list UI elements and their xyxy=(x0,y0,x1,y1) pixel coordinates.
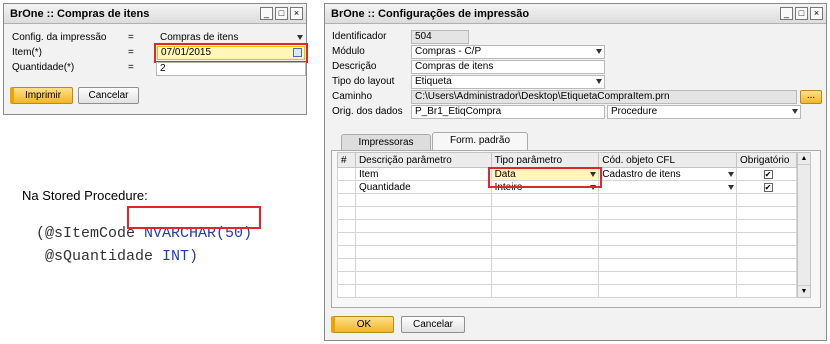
close-icon[interactable]: × xyxy=(810,7,823,20)
empty-row[interactable] xyxy=(337,271,797,285)
scroll-up-icon[interactable]: ▲ xyxy=(798,153,810,165)
header-tipo[interactable]: Tipo parâmetro xyxy=(490,152,600,168)
cell-cfl[interactable]: Cadastro de itens xyxy=(598,167,737,181)
imprimir-button[interactable]: Imprimir xyxy=(10,87,73,104)
orig-dados-type-value: Procedure xyxy=(611,106,658,117)
tab-impressoras[interactable]: Impressoras xyxy=(341,134,431,151)
chevron-down-icon xyxy=(728,172,734,177)
highlight-tipo-data xyxy=(488,167,602,188)
quantidade-input[interactable]: 2 xyxy=(156,62,306,76)
window-title: BrOne :: Compras de itens xyxy=(10,7,150,20)
cancelar-button[interactable]: Cancelar xyxy=(78,87,139,104)
chevron-down-icon xyxy=(728,185,734,190)
highlight-item xyxy=(154,43,308,63)
window-title: BrOne :: Configurações de impressão xyxy=(331,7,530,20)
config-eq: = xyxy=(128,32,134,43)
maximize-icon[interactable]: □ xyxy=(275,7,288,20)
ok-button[interactable]: OK xyxy=(331,316,394,333)
cell-descricao[interactable]: Item xyxy=(354,167,492,181)
orig-dados-field[interactable]: P_Br1_EtiqCompra xyxy=(411,105,605,119)
config-label: Config. da impressão xyxy=(12,32,107,43)
title-bar: BrOne :: Compras de itens _ □ × xyxy=(4,4,306,24)
param-quantidade: @sQuantidade xyxy=(36,248,163,265)
header-cfl[interactable]: Cód. objeto CFL xyxy=(598,152,737,168)
browse-button[interactable]: ... xyxy=(800,90,822,104)
tab-form-padrao[interactable]: Form. padrão xyxy=(432,132,528,151)
cell-obrigatorio[interactable]: ✔ xyxy=(736,180,797,194)
checkbox-checked-icon[interactable]: ✔ xyxy=(763,182,773,192)
scroll-down-icon[interactable]: ▼ xyxy=(798,285,810,297)
empty-row[interactable] xyxy=(337,258,797,272)
empty-row[interactable] xyxy=(337,193,797,207)
minimize-icon[interactable]: _ xyxy=(260,7,273,20)
title-bar: BrOne :: Configurações de impressão _ □ … xyxy=(325,4,826,24)
param-type-int: INT) xyxy=(162,248,199,265)
identificador-label: Identificador xyxy=(332,31,387,42)
empty-row[interactable] xyxy=(337,206,797,220)
close-icon[interactable]: × xyxy=(290,7,303,20)
caminho-field: C:\Users\Administrador\Desktop\EtiquetaC… xyxy=(411,90,797,104)
grid-scrollbar[interactable]: ▲ ▼ xyxy=(797,152,811,298)
empty-row[interactable] xyxy=(337,219,797,233)
minimize-icon[interactable]: _ xyxy=(780,7,793,20)
modulo-label: Módulo xyxy=(332,46,365,57)
cell-obrigatorio[interactable]: ✔ xyxy=(736,167,797,181)
empty-row[interactable] xyxy=(337,245,797,259)
chevron-down-icon xyxy=(596,49,602,54)
compras-itens-window: BrOne :: Compras de itens _ □ × Config. … xyxy=(3,3,308,115)
descricao-field[interactable]: Compras de itens xyxy=(411,60,605,74)
item-label: Item(*) xyxy=(12,47,42,58)
descricao-label: Descrição xyxy=(332,61,377,72)
tipo-layout-value: Etiqueta xyxy=(415,76,452,87)
header-num[interactable]: # xyxy=(337,152,356,168)
cell-descricao[interactable]: Quantidade xyxy=(354,180,492,194)
item-eq: = xyxy=(128,47,134,58)
cell-cfl[interactable] xyxy=(598,180,737,194)
empty-row[interactable] xyxy=(337,232,797,246)
row-number xyxy=(337,167,356,181)
annotation-caption: Na Stored Procedure: xyxy=(22,188,148,203)
tipo-layout-label: Tipo do layout xyxy=(332,76,395,87)
empty-row[interactable] xyxy=(337,284,797,298)
quantidade-eq: = xyxy=(128,62,134,73)
modulo-value: Compras - C/P xyxy=(415,46,482,57)
proc-line-2: @sQuantidade INT) xyxy=(18,231,198,265)
modulo-select[interactable]: Compras - C/P xyxy=(411,45,605,59)
quantidade-label: Quantidade(*) xyxy=(12,62,75,73)
row-number xyxy=(337,180,356,194)
caminho-label: Caminho xyxy=(332,91,373,102)
config-value: Compras de itens xyxy=(160,32,239,43)
orig-dados-label: Orig. dos dados xyxy=(332,106,403,117)
chevron-down-icon xyxy=(297,35,303,40)
header-obrigatorio[interactable]: Obrigatório xyxy=(736,152,797,168)
orig-dados-type-select[interactable]: Procedure xyxy=(607,105,801,119)
tipo-layout-select[interactable]: Etiqueta xyxy=(411,75,605,89)
cancelar-button[interactable]: Cancelar xyxy=(401,316,465,333)
cfl-value: Cadastro de itens xyxy=(602,168,681,180)
chevron-down-icon xyxy=(596,79,602,84)
config-impressao-window: BrOne :: Configurações de impressão _ □ … xyxy=(324,3,827,341)
grid-header-row: # Descrição parâmetro Tipo parâmetro Cód… xyxy=(337,152,797,168)
identificador-field: 504 xyxy=(411,30,469,44)
highlight-nvarchar xyxy=(127,206,261,229)
maximize-icon[interactable]: □ xyxy=(795,7,808,20)
checkbox-checked-icon[interactable]: ✔ xyxy=(763,169,773,179)
header-descricao[interactable]: Descrição parâmetro xyxy=(354,152,492,168)
chevron-down-icon xyxy=(792,109,798,114)
